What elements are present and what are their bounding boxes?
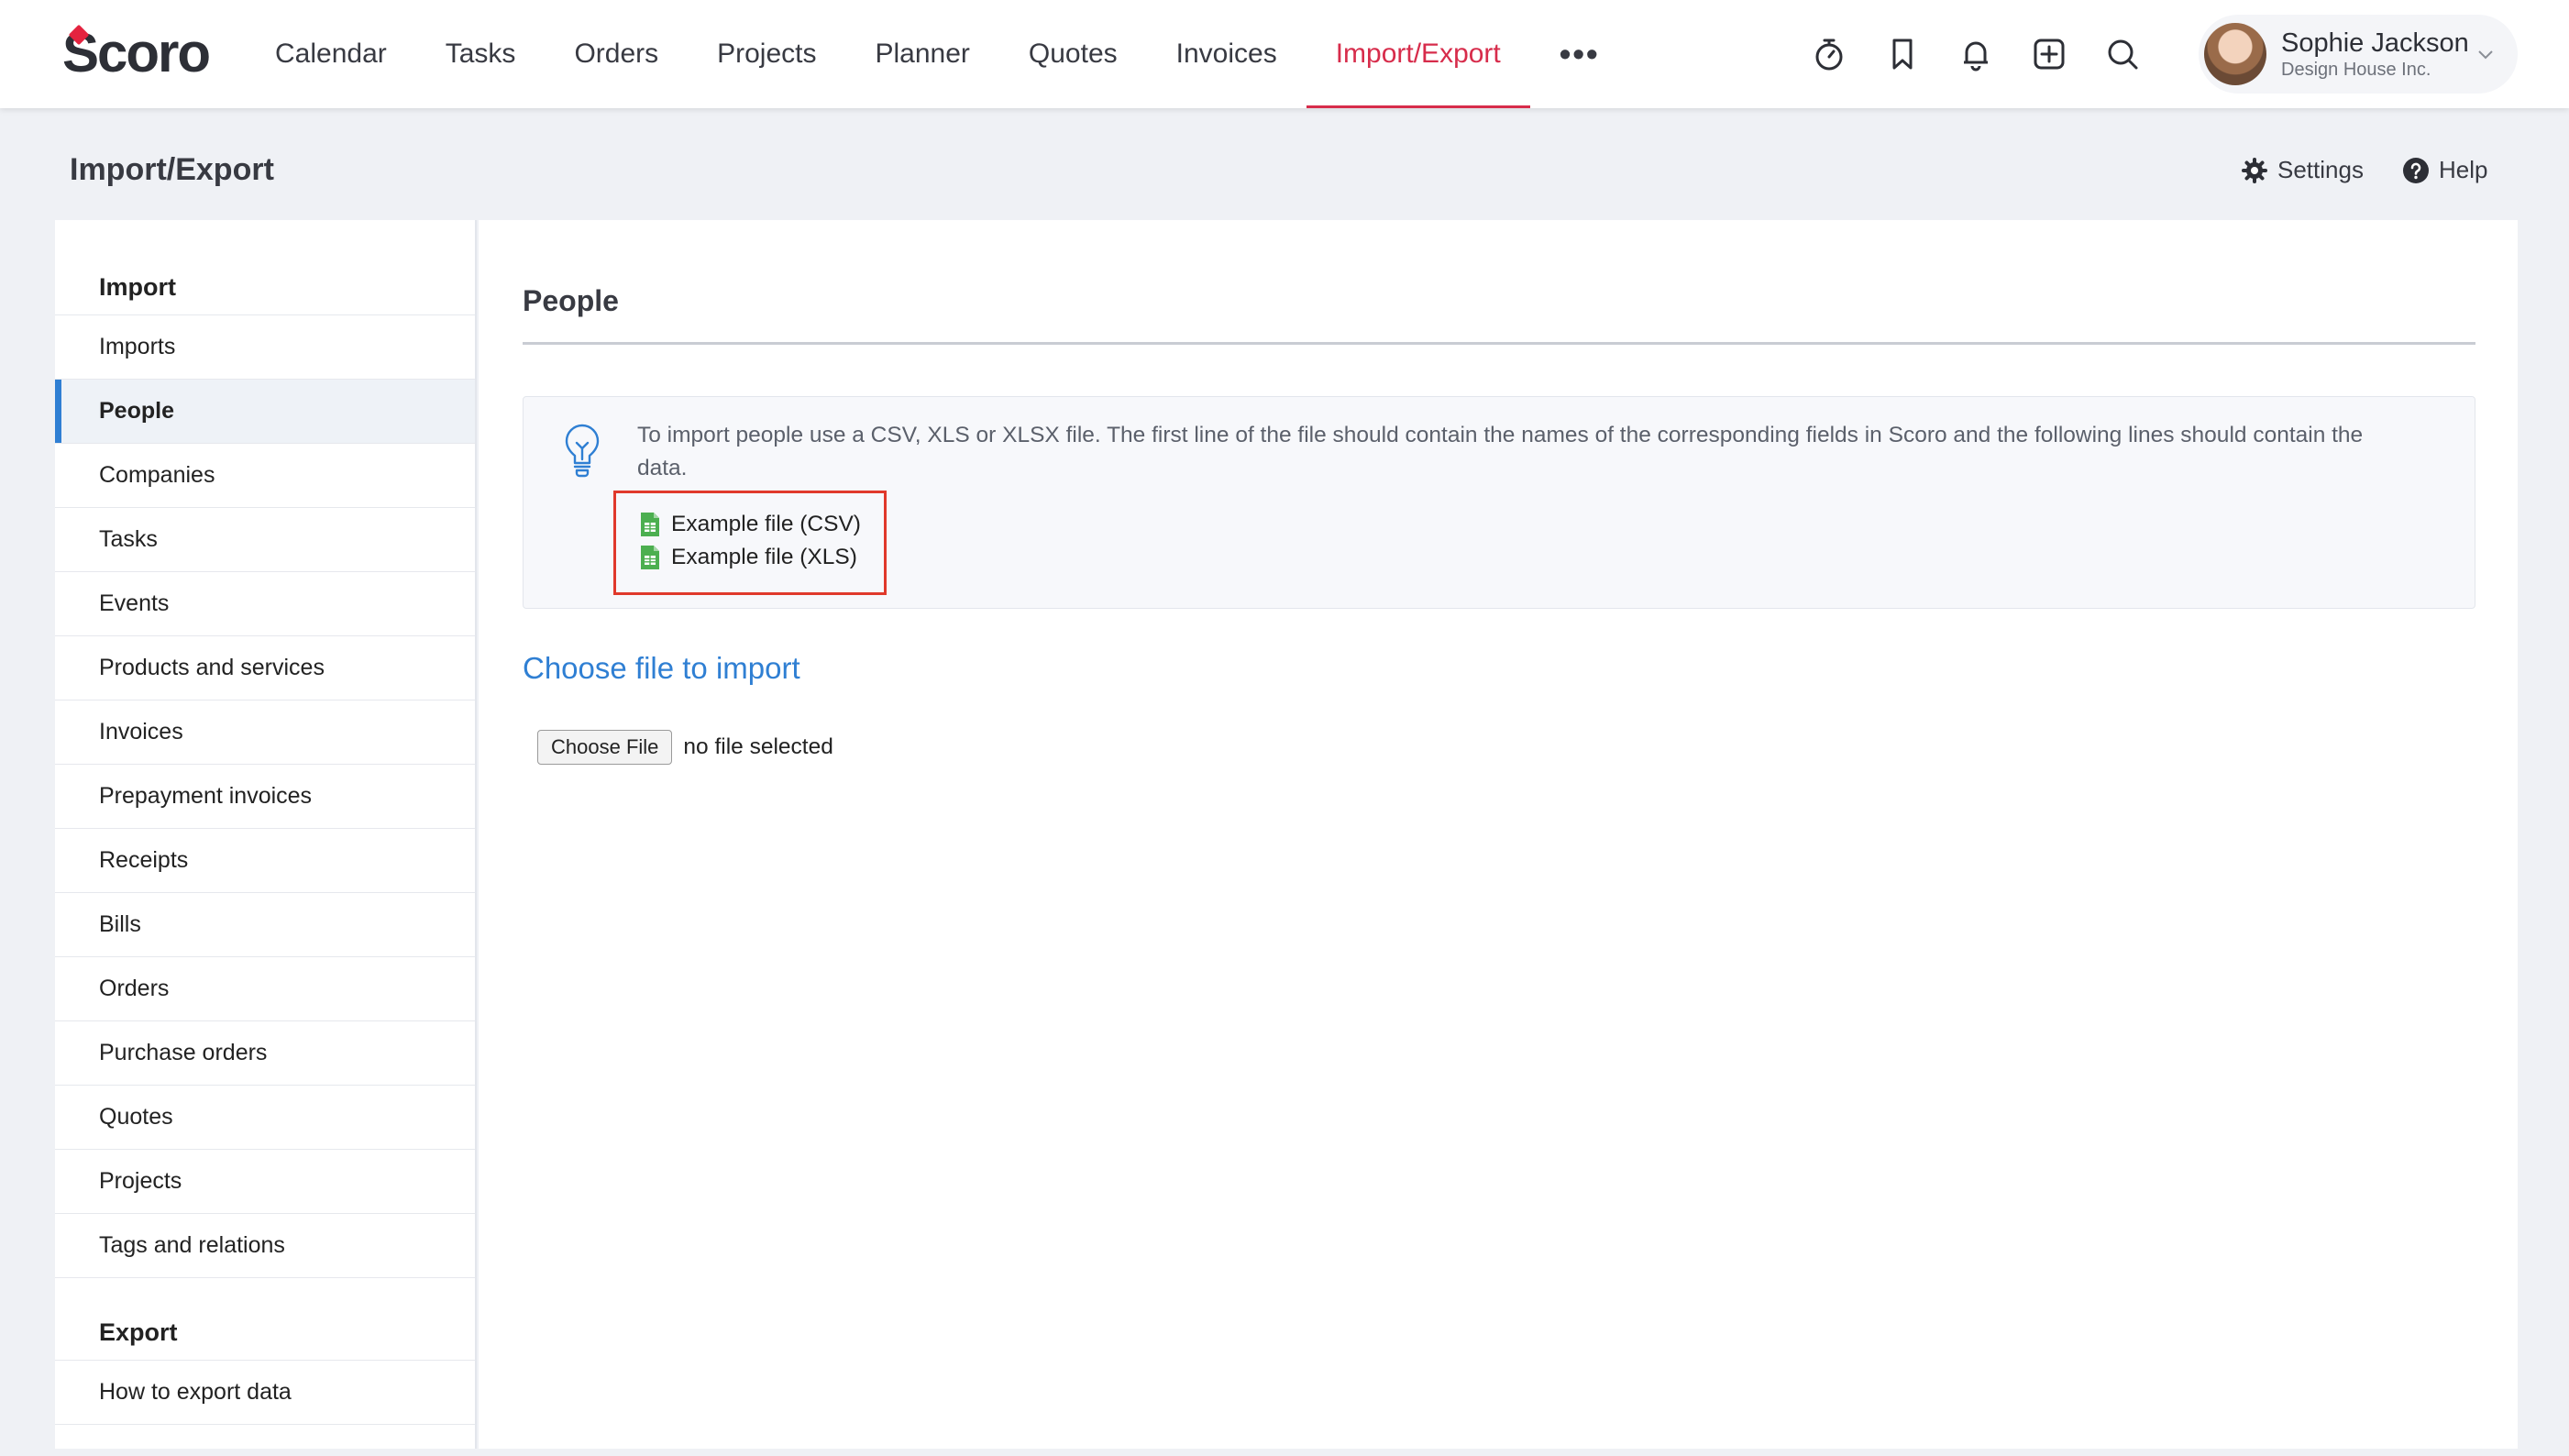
sidebar-item-purchase-orders[interactable]: Purchase orders	[55, 1021, 475, 1086]
chevron-down-icon	[2478, 50, 2493, 60]
gear-icon	[2242, 157, 2267, 183]
choose-file-heading[interactable]: Choose file to import	[523, 651, 800, 686]
nav-item-tasks[interactable]: Tasks	[416, 0, 546, 108]
sidebar-item-companies[interactable]: Companies	[55, 444, 475, 508]
sidebar-item-invoices[interactable]: Invoices	[55, 700, 475, 765]
more-menu-button[interactable]: •••	[1530, 0, 1629, 108]
nav-item-quotes[interactable]: Quotes	[999, 0, 1147, 108]
example-file-xls-label: Example file (XLS)	[671, 545, 857, 569]
sidebar-item-tags-and-relations[interactable]: Tags and relations	[55, 1214, 475, 1278]
spreadsheet-icon	[641, 546, 659, 569]
file-input-row: Choose File no file selected	[537, 730, 833, 765]
sidebar-item-events[interactable]: Events	[55, 572, 475, 636]
top-bar: Scoro Calendar Tasks Orders Projects Pla…	[0, 0, 2569, 108]
nav-item-invoices[interactable]: Invoices	[1147, 0, 1307, 108]
settings-link[interactable]: Settings	[2241, 156, 2364, 184]
user-company: Design House Inc.	[2281, 60, 2431, 80]
sidebar-item-quotes[interactable]: Quotes	[55, 1086, 475, 1150]
page-title: Import/Export	[70, 152, 274, 187]
toolbar-icons	[1806, 31, 2145, 77]
main-panel: People To import people use a CSV, XLS o…	[479, 220, 2518, 1449]
sidebar-item-products-and-services[interactable]: Products and services	[55, 636, 475, 700]
sidebar-heading-import: Import	[55, 253, 475, 315]
section-title: People	[523, 284, 2475, 345]
nav-item-calendar[interactable]: Calendar	[246, 0, 416, 108]
sidebar-item-receipts[interactable]: Receipts	[55, 829, 475, 893]
sidebar-item-people[interactable]: People	[55, 380, 475, 444]
user-name: Sophie Jackson	[2281, 28, 2469, 58]
nav-item-orders[interactable]: Orders	[545, 0, 688, 108]
spreadsheet-icon	[641, 513, 659, 536]
help-icon	[2403, 157, 2429, 183]
sidebar-item-projects[interactable]: Projects	[55, 1150, 475, 1214]
help-label: Help	[2439, 156, 2488, 183]
help-link[interactable]: Help	[2402, 156, 2487, 184]
sidebar-heading-export: Export	[55, 1298, 475, 1361]
user-info: Sophie Jackson Design House Inc.	[2281, 28, 2469, 81]
example-file-xls-link[interactable]: Example file (XLS)	[640, 545, 857, 570]
settings-label: Settings	[2277, 156, 2364, 183]
sidebar-item-imports[interactable]: Imports	[55, 315, 475, 380]
info-box: To import people use a CSV, XLS or XLSX …	[523, 396, 2475, 609]
sidebar-item-tasks[interactable]: Tasks	[55, 508, 475, 572]
scoro-logo[interactable]: Scoro	[62, 24, 211, 81]
add-icon[interactable]	[2026, 31, 2072, 77]
user-menu[interactable]: Sophie Jackson Design House Inc.	[2199, 15, 2518, 94]
avatar	[2204, 23, 2266, 85]
sidebar: Import Imports People Companies Tasks Ev…	[55, 220, 477, 1449]
sidebar-item-prepayment-invoices[interactable]: Prepayment invoices	[55, 765, 475, 829]
bookmark-icon[interactable]	[1880, 31, 1925, 77]
file-status-text: no file selected	[683, 734, 833, 759]
nav-item-import-export[interactable]: Import/Export	[1306, 0, 1530, 108]
bell-icon[interactable]	[1953, 31, 1999, 77]
choose-file-button[interactable]: Choose File	[537, 730, 673, 765]
nav-item-planner[interactable]: Planner	[846, 0, 999, 108]
main-nav: Calendar Tasks Orders Projects Planner Q…	[246, 0, 1629, 108]
example-files-box: Example file (CSV) Example file (XLS)	[613, 491, 887, 595]
sidebar-item-how-to-export-data[interactable]: How to export data	[55, 1361, 475, 1425]
example-file-csv-link[interactable]: Example file (CSV)	[640, 512, 861, 537]
search-icon[interactable]	[2100, 31, 2145, 77]
example-file-csv-label: Example file (CSV)	[671, 512, 861, 536]
sidebar-item-orders[interactable]: Orders	[55, 957, 475, 1021]
nav-item-projects[interactable]: Projects	[688, 0, 845, 108]
lightbulb-icon	[565, 424, 600, 478]
timer-icon[interactable]	[1806, 31, 1852, 77]
sidebar-item-bills[interactable]: Bills	[55, 893, 475, 957]
info-text: To import people use a CSV, XLS or XLSX …	[637, 423, 2364, 480]
